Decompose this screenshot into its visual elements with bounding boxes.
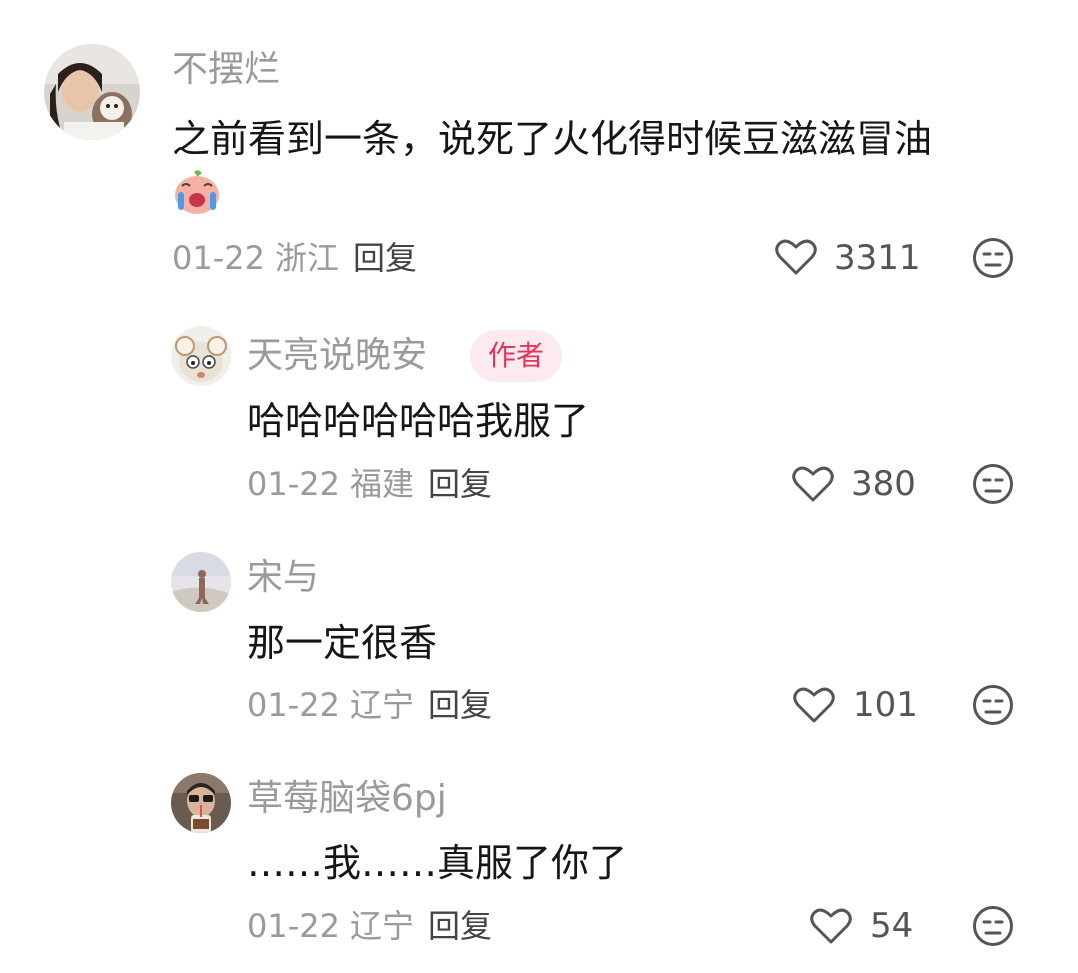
comment-location: 辽宁 [349,686,414,724]
comment-text: 哈哈哈哈哈哈我服了 [247,399,590,443]
like-count: 380 [851,464,916,504]
comment-author[interactable]: 宋与 [247,556,319,600]
avatar[interactable] [44,44,140,140]
comment-meta: 01-22 浙江 回复 [172,238,417,278]
like-count: 101 [853,685,918,725]
comment-author[interactable]: 草莓脑袋6pj [247,777,447,821]
avatar[interactable] [171,552,231,612]
author-badge: 作者 [470,330,563,382]
unamused-face-icon[interactable] [972,684,1014,730]
comment-list: 不摆烂 之前看到一条，说死了火化得时候豆滋滋冒油 01-22 浙江 回复 3311 [0,0,1078,973]
like-count: 54 [870,906,914,946]
unamused-face-icon[interactable] [972,237,1014,283]
reply-button[interactable]: 回复 [428,465,492,503]
reply-button[interactable]: 回复 [353,239,417,277]
comment-text: ……我……真服了你了 [247,841,628,885]
comment-meta: 01-22 福建 回复 [247,464,492,504]
comment-text: 那一定很香 [247,621,438,665]
comment-meta: 01-22 辽宁 回复 [247,906,492,946]
comment-date: 01-22 [172,239,265,277]
comment-location: 辽宁 [349,907,414,945]
unamused-face-icon[interactable] [972,463,1014,509]
comment-location: 浙江 [274,239,339,277]
comment-author[interactable]: 天亮说晚安 [247,334,427,378]
comment-location: 福建 [349,465,414,503]
comment-date: 01-22 [247,907,340,945]
comment-date: 01-22 [247,465,340,503]
crying-laughing-emoji-icon [172,168,222,220]
unamused-face-icon[interactable] [972,905,1014,951]
reply-button[interactable]: 回复 [428,686,492,724]
heart-outline-icon[interactable] [792,685,836,729]
comment-meta: 01-22 辽宁 回复 [247,685,492,725]
heart-outline-icon[interactable] [774,237,818,281]
reply-button[interactable]: 回复 [428,907,492,945]
like-count: 3311 [834,238,921,278]
avatar[interactable] [171,773,231,833]
comment-text: 之前看到一条，说死了火化得时候豆滋滋冒油 [172,117,933,161]
heart-outline-icon[interactable] [791,464,835,508]
avatar[interactable] [171,326,231,386]
comment-date: 01-22 [247,686,340,724]
heart-outline-icon[interactable] [809,906,853,950]
comment-author[interactable]: 不摆烂 [172,48,280,92]
